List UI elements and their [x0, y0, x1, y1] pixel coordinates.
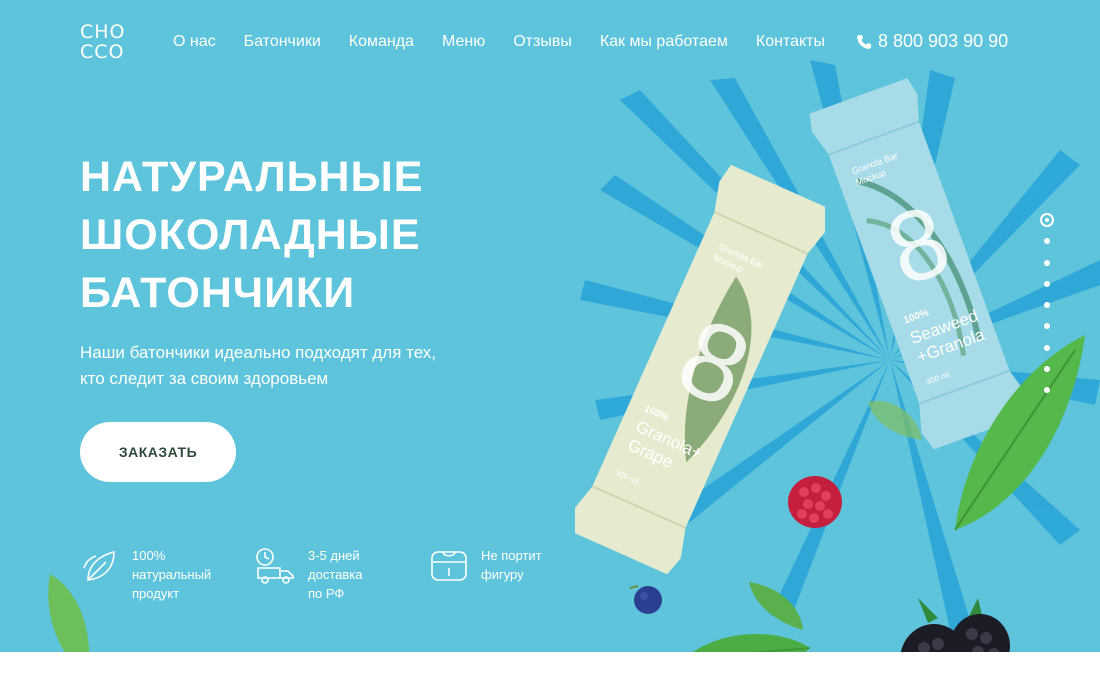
hero-subtitle: Наши батончики идеально подходят для тех…	[80, 343, 437, 388]
logo-line-2: CCO	[80, 41, 125, 63]
nav-item-team[interactable]: Команда	[349, 33, 414, 51]
feature-delivery-text: 3-5 дней доставка по РФ	[308, 548, 363, 601]
phone-link[interactable]: 8 800 903 90 90	[856, 31, 1008, 52]
raspberry-decoration	[788, 476, 842, 528]
logo-line-1: CHO	[80, 21, 126, 43]
nav-item-contacts[interactable]: Контакты	[756, 33, 825, 51]
slider-dot-1[interactable]	[1040, 213, 1054, 227]
delivery-truck-icon	[256, 548, 294, 584]
slider-dot-3[interactable]	[1044, 260, 1050, 266]
slider-dot-9[interactable]	[1044, 387, 1050, 393]
phone-icon	[857, 34, 871, 49]
leaf-decoration-left	[48, 574, 90, 652]
feature-natural-text: 100% натуральный продукт	[132, 548, 212, 601]
feature-figure: Не портит фигуру	[429, 546, 581, 586]
phone-number: 8 800 903 90 90	[878, 31, 1009, 51]
slider-dot-2[interactable]	[1044, 238, 1050, 244]
hero-section: CHO CCO О нас Батончики Команда Меню Отз…	[0, 0, 1100, 652]
logo[interactable]: CHO CCO	[80, 22, 126, 62]
scale-icon	[431, 551, 467, 581]
title-line-1: НАТУРАЛЬНЫЕ	[80, 153, 424, 201]
slider-dot-7[interactable]	[1044, 345, 1050, 351]
blueberry-decoration	[629, 585, 662, 614]
title-line-3: БАТОНЧИКИ	[80, 269, 356, 317]
nav-item-how-we-work[interactable]: Как мы работаем	[600, 33, 728, 51]
title-line-2: ШОКОЛАДНЫЕ	[80, 211, 421, 259]
nav-item-bars[interactable]: Батончики	[244, 33, 321, 51]
nav-item-menu[interactable]: Меню	[442, 33, 485, 51]
nav-item-reviews[interactable]: Отзывы	[513, 33, 572, 51]
slider-dot-6[interactable]	[1044, 323, 1050, 329]
page-title: НАТУРАЛЬНЫЕ ШОКОЛАДНЫЕ БАТОНЧИКИ	[80, 148, 520, 322]
order-button[interactable]: ЗАКАЗАТЬ	[80, 422, 236, 482]
mint-leaf-decoration-right	[954, 335, 1085, 531]
main-nav: О нас Батончики Команда Меню Отзывы Как …	[173, 33, 853, 51]
feature-delivery: 3-5 дней доставка по РФ	[254, 546, 408, 603]
slider-dot-4[interactable]	[1044, 281, 1050, 287]
slider-dot-8[interactable]	[1044, 366, 1050, 372]
next-section-edge	[0, 652, 1100, 699]
leaf-decoration-small	[749, 582, 803, 630]
feature-figure-text: Не портит фигуру	[481, 548, 542, 582]
blurred-leaf-decoration	[868, 400, 922, 440]
slider-dot-5[interactable]	[1044, 302, 1050, 308]
blackberry-decoration	[900, 598, 1010, 652]
feature-natural: 100% натуральный продукт	[80, 546, 232, 603]
nav-item-about[interactable]: О нас	[173, 33, 216, 51]
